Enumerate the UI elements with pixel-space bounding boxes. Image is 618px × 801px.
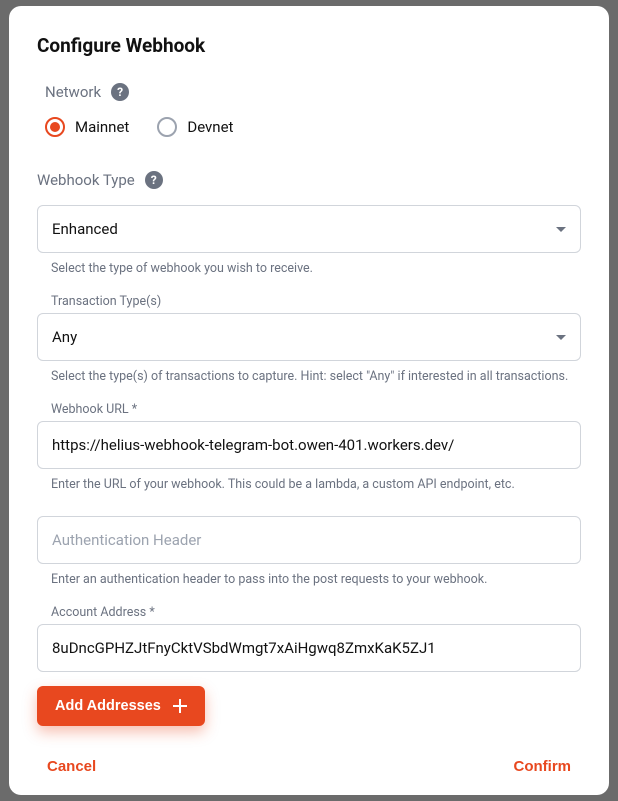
chevron-down-icon [556, 335, 566, 340]
transaction-type-hint: Select the type(s) of transactions to ca… [37, 369, 581, 384]
network-radio-group: Mainnet Devnet [45, 117, 581, 137]
radio-icon [157, 117, 177, 137]
auth-header-hint: Enter an authentication header to pass i… [37, 572, 581, 587]
help-icon[interactable]: ? [145, 171, 163, 189]
auth-header-input[interactable] [37, 516, 581, 564]
configure-webhook-modal: Configure Webhook Network ? Mainnet Devn… [9, 6, 609, 795]
transaction-type-value: Any [52, 328, 77, 346]
webhook-url-input[interactable] [37, 421, 581, 469]
network-radio-mainnet[interactable]: Mainnet [45, 117, 129, 137]
network-radio-devnet[interactable]: Devnet [157, 117, 233, 137]
confirm-button[interactable]: Confirm [504, 752, 582, 781]
help-icon[interactable]: ? [111, 83, 129, 101]
modal-title: Configure Webhook [37, 34, 581, 57]
chevron-down-icon [556, 227, 566, 232]
transaction-type-select[interactable]: Any [37, 313, 581, 361]
account-address-label: Account Address * [37, 605, 581, 620]
add-addresses-row: Add Addresses [37, 672, 581, 726]
plus-icon [173, 699, 187, 713]
webhook-type-hint: Select the type of webhook you wish to r… [37, 261, 581, 276]
network-section-header: Network ? [45, 83, 581, 101]
webhook-type-header: Webhook Type ? [37, 171, 581, 189]
radio-label: Devnet [187, 118, 233, 136]
modal-footer: Cancel Confirm [37, 726, 581, 781]
webhook-type-select[interactable]: Enhanced [37, 205, 581, 253]
cancel-button[interactable]: Cancel [37, 752, 106, 781]
radio-label: Mainnet [75, 118, 129, 136]
radio-icon [45, 117, 65, 137]
add-addresses-button[interactable]: Add Addresses [37, 686, 205, 726]
account-address-input[interactable] [37, 624, 581, 672]
add-addresses-label: Add Addresses [55, 698, 161, 714]
transaction-type-label: Transaction Type(s) [37, 294, 581, 309]
webhook-url-label: Webhook URL * [37, 402, 581, 417]
network-label: Network [45, 83, 101, 101]
webhook-type-value: Enhanced [52, 220, 118, 238]
webhook-type-label: Webhook Type [37, 171, 135, 189]
webhook-url-hint: Enter the URL of your webhook. This coul… [37, 477, 581, 492]
